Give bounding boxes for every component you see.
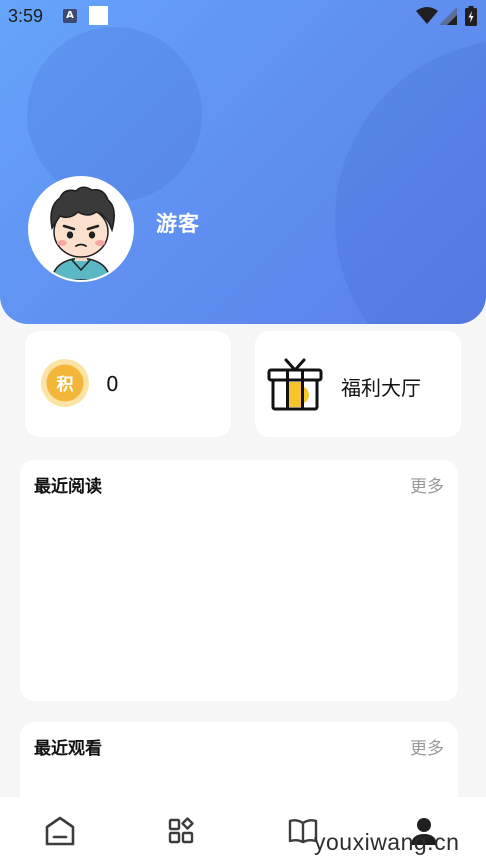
points-badge-label: 积 — [56, 375, 74, 395]
points-card[interactable]: 积 0 — [25, 331, 231, 437]
decorative-circle — [27, 27, 202, 202]
cell-signal-icon — [439, 7, 457, 25]
points-value: 0 — [106, 372, 119, 396]
status-time: 3:59 — [8, 6, 44, 26]
gift-icon — [267, 358, 323, 411]
white-square-icon — [89, 6, 108, 25]
username: 游客 — [156, 212, 200, 236]
avatar[interactable] — [28, 176, 134, 282]
welfare-hall-label: 福利大厅 — [341, 376, 421, 400]
home-icon[interactable] — [44, 815, 76, 847]
recent-reading-title: 最近阅读 — [34, 477, 102, 497]
recent-reading-section: 最近阅读 更多 — [20, 460, 458, 701]
recent-watching-title: 最近观看 — [34, 739, 102, 759]
status-bar: 3:59 A — [0, 0, 486, 34]
recent-watching-more-link[interactable]: 更多 — [410, 734, 444, 759]
watermark-text: youxiwang.cn — [314, 829, 460, 855]
recent-reading-more-link[interactable]: 更多 — [410, 472, 444, 497]
profile-header: 3:59 A 游客 — [0, 0, 486, 324]
welfare-hall-card[interactable]: 福利大厅 — [255, 331, 461, 437]
wifi-icon — [416, 7, 438, 24]
decorative-circle — [335, 40, 486, 324]
category-grid-icon[interactable] — [165, 815, 197, 847]
a-badge-icon: A — [63, 9, 77, 23]
cartoon-boy-avatar — [30, 178, 132, 280]
battery-icon — [465, 6, 477, 26]
